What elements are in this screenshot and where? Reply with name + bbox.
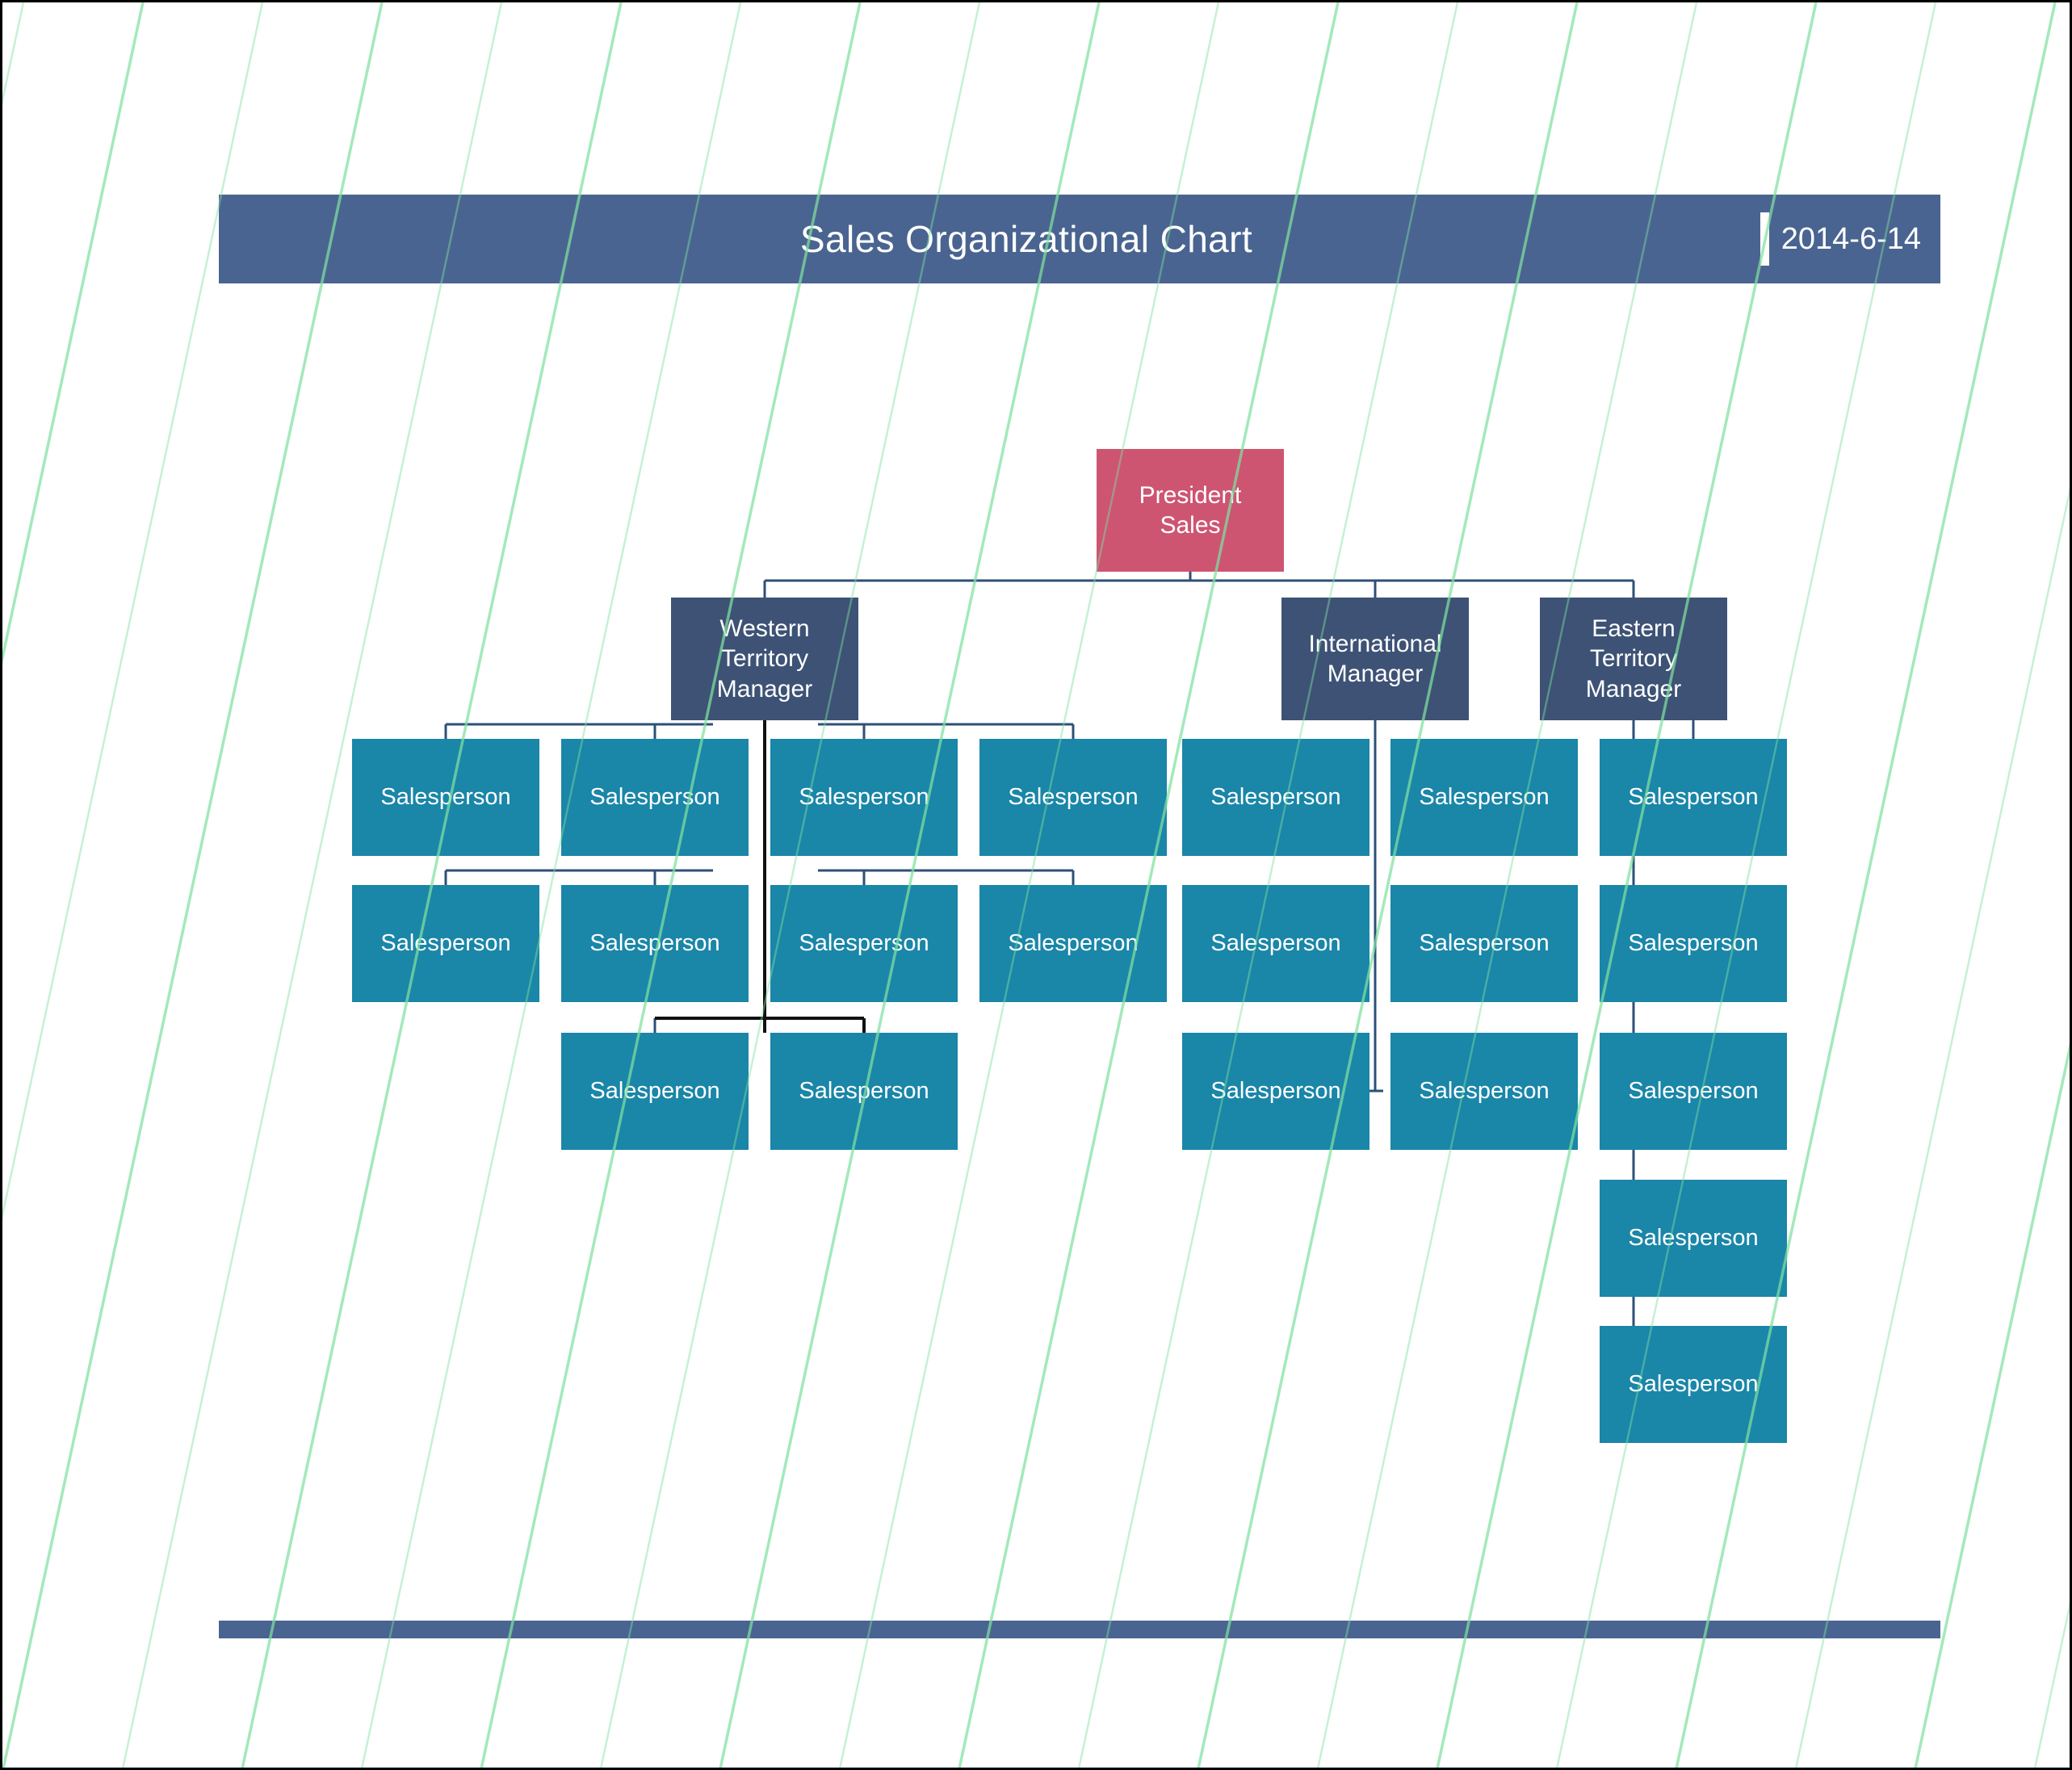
org-node-sp-r2c7[interactable]: Salesperson [1600, 885, 1787, 1002]
org-node-sp-r2c4[interactable]: Salesperson [979, 885, 1167, 1002]
watermark-stripe [2, 2, 25, 106]
org-node-label: Salesperson [1419, 1078, 1550, 1105]
org-node-label: Salesperson [799, 1078, 929, 1105]
org-node-label: Salesperson [1210, 1078, 1341, 1105]
org-node-sp-r3c5[interactable]: Salesperson [1182, 1033, 1369, 1150]
org-node-label: Salesperson [1008, 784, 1139, 811]
org-node-label: International Manager [1308, 630, 1442, 688]
org-node-label: Salesperson [380, 930, 511, 957]
org-node-sp-r5c7[interactable]: Salesperson [1600, 1326, 1787, 1443]
org-node-mgr-east[interactable]: Eastern Territory Manager [1540, 598, 1727, 720]
org-node-mgr-west[interactable]: Western Territory Manager [671, 598, 858, 720]
org-node-sp-r4c7[interactable]: Salesperson [1600, 1180, 1787, 1297]
footer-bar [219, 1621, 1940, 1638]
org-node-label: Salesperson [1210, 930, 1341, 957]
org-node-label: Salesperson [589, 1078, 720, 1105]
org-node-label: Salesperson [1628, 784, 1759, 811]
org-node-sp-r1c4[interactable]: Salesperson [979, 739, 1167, 856]
org-node-sp-r1c2[interactable]: Salesperson [561, 739, 749, 856]
org-node-sp-r3c3[interactable]: Salesperson [770, 1033, 958, 1150]
org-node-sp-r1c6[interactable]: Salesperson [1390, 739, 1578, 856]
org-node-label: Salesperson [1628, 930, 1759, 957]
org-node-label: Eastern Territory Manager [1585, 614, 1682, 703]
org-node-sp-r1c5[interactable]: Salesperson [1182, 739, 1369, 856]
chart-date: 2014-6-14 [1780, 222, 1921, 256]
org-node-label: Salesperson [1419, 930, 1550, 957]
org-node-sp-r2c3[interactable]: Salesperson [770, 885, 958, 1002]
org-node-sp-r1c7[interactable]: Salesperson [1600, 739, 1787, 856]
org-node-label: Salesperson [1628, 1078, 1759, 1105]
header-divider [1760, 212, 1769, 266]
org-node-label: Salesperson [799, 930, 929, 957]
org-node-label: Salesperson [1210, 784, 1341, 811]
org-node-sp-r3c6[interactable]: Salesperson [1390, 1033, 1578, 1150]
org-node-sp-r1c1[interactable]: Salesperson [352, 739, 539, 856]
org-node-sp-r2c5[interactable]: Salesperson [1182, 885, 1369, 1002]
org-node-sp-r3c2[interactable]: Salesperson [561, 1033, 749, 1150]
org-node-mgr-intl[interactable]: International Manager [1281, 598, 1469, 720]
org-node-label: Salesperson [1628, 1371, 1759, 1398]
org-node-sp-r2c6[interactable]: Salesperson [1390, 885, 1578, 1002]
org-node-label: Salesperson [1419, 784, 1550, 811]
org-node-sp-r1c3[interactable]: Salesperson [770, 739, 958, 856]
org-node-label: Salesperson [589, 784, 720, 811]
watermark-stripe [2, 2, 145, 665]
org-node-sp-r2c1[interactable]: Salesperson [352, 885, 539, 1002]
watermark-stripe [2034, 1601, 2070, 1768]
org-node-sp-r2c2[interactable]: Salesperson [561, 885, 749, 1002]
page-title: Sales Organizational Chart [799, 218, 1253, 260]
org-node-label: Salesperson [799, 784, 929, 811]
org-node-sp-r3c7[interactable]: Salesperson [1600, 1033, 1787, 1150]
header-bar: Sales Organizational Chart 2014-6-14 [219, 195, 1940, 283]
org-node-label: President Sales [1139, 481, 1242, 539]
org-chart-page: Sales Organizational Chart 2014-6-14 Pre… [0, 0, 2072, 1770]
org-node-label: Salesperson [1008, 930, 1139, 957]
org-node-label: Salesperson [1628, 1225, 1759, 1252]
org-node-label: Salesperson [589, 930, 720, 957]
org-node-label: Salesperson [380, 784, 511, 811]
org-node-label: Western Territory Manager [716, 614, 813, 703]
org-node-president[interactable]: President Sales [1097, 449, 1284, 572]
